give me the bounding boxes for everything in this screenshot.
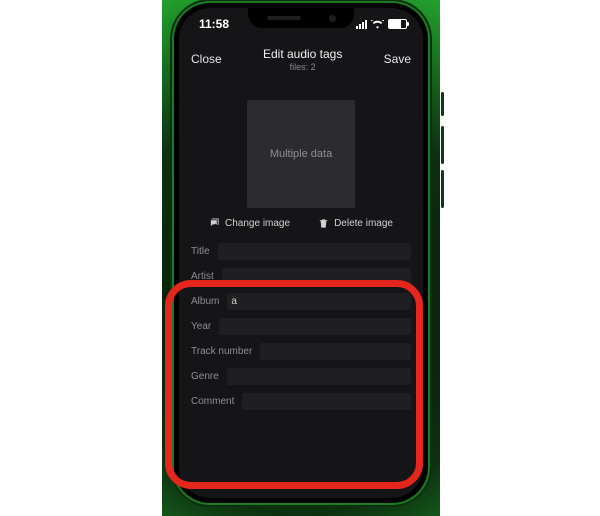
notch [248, 8, 354, 28]
speaker [267, 16, 301, 20]
label-title: Title [191, 246, 210, 257]
field-comment: Comment [191, 393, 411, 410]
delete-image-button[interactable]: Delete image [318, 218, 393, 229]
nav-title: Edit audio tags [222, 47, 384, 61]
save-button[interactable]: Save [384, 52, 411, 66]
label-year: Year [191, 321, 211, 332]
field-genre: Genre [191, 368, 411, 385]
volume-up [441, 126, 444, 164]
nav-subtitle: files: 2 [222, 62, 384, 72]
trash-icon [318, 218, 329, 229]
volume-down [441, 170, 444, 208]
close-button[interactable]: Close [191, 52, 222, 66]
field-artist: Artist [191, 268, 411, 285]
input-title[interactable] [218, 243, 411, 260]
image-actions: Change image Delete image [191, 218, 411, 229]
screen: 11:58 Close Edit audio tags files: 2 Sav… [179, 8, 423, 498]
phone-frame: 11:58 Close Edit audio tags files: 2 Sav… [174, 3, 428, 503]
artwork-placeholder[interactable]: Multiple data [247, 100, 355, 208]
field-track-number: Track number [191, 343, 411, 360]
change-image-button[interactable]: Change image [209, 218, 290, 229]
label-genre: Genre [191, 371, 219, 382]
label-artist: Artist [191, 271, 214, 282]
change-image-label: Change image [225, 218, 290, 229]
label-comment: Comment [191, 396, 234, 407]
input-track-number[interactable] [260, 343, 411, 360]
content: Multiple data Change image Delete image … [179, 78, 423, 498]
status-time: 11:58 [199, 17, 229, 31]
input-comment[interactable] [242, 393, 411, 410]
field-year: Year [191, 318, 411, 335]
battery-icon [388, 19, 407, 29]
artwork-text: Multiple data [270, 148, 332, 160]
field-title: Title [191, 243, 411, 260]
background: 11:58 Close Edit audio tags files: 2 Sav… [162, 0, 440, 516]
field-album: Album [191, 293, 411, 310]
label-album: Album [191, 296, 219, 307]
input-genre[interactable] [227, 368, 411, 385]
wifi-icon [371, 20, 384, 29]
input-album[interactable] [227, 293, 411, 310]
delete-image-label: Delete image [334, 218, 393, 229]
side-button [441, 92, 444, 116]
input-year[interactable] [219, 318, 411, 335]
image-icon [209, 218, 220, 229]
front-camera [329, 15, 336, 22]
signal-icon [356, 20, 367, 29]
input-artist[interactable] [222, 268, 411, 285]
label-track-number: Track number [191, 346, 252, 357]
nav-bar: Close Edit audio tags files: 2 Save [179, 42, 423, 76]
